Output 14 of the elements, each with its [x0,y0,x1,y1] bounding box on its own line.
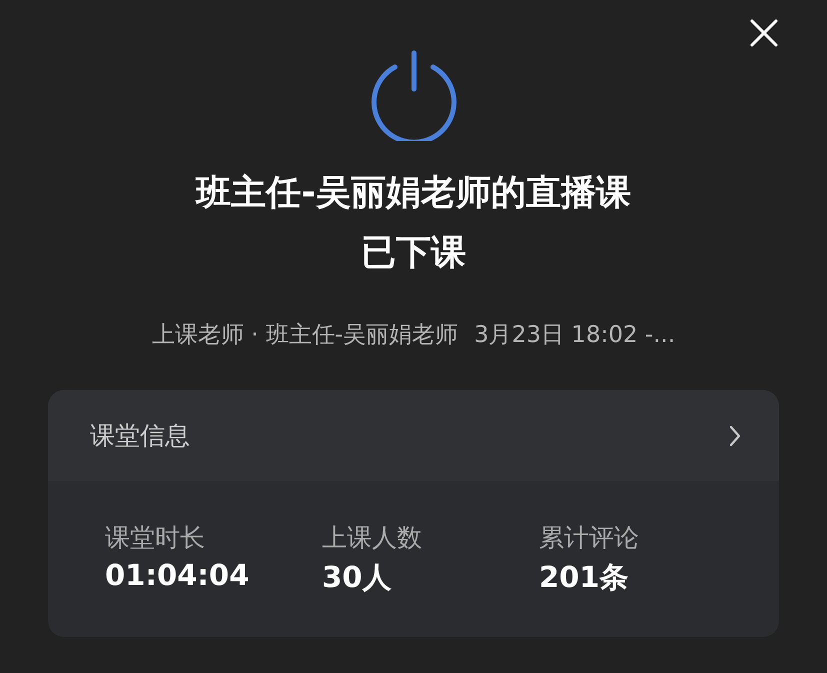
chevron-right-icon [729,424,741,446]
stat-value: 201条 [539,559,630,596]
teacher-text: 上课老师 · 班主任-吴丽娟老师 [152,321,458,350]
close-icon[interactable] [750,19,778,47]
class-title: 班主任-吴丽娟老师的直播课 [196,172,631,215]
stat-label: 课堂时长 [105,522,206,554]
card-title: 课堂信息 [90,420,190,452]
stat-value: 01:04:04 [105,558,250,592]
time-text: 3月23日 18:02 -... [474,321,676,350]
stat-value: 30人 [322,559,392,596]
card-header[interactable]: 课堂信息 [48,390,779,481]
class-title: 已下课 [361,232,466,275]
stat-label: 累计评论 [539,522,640,554]
stat-label: 上课人数 [322,522,423,554]
